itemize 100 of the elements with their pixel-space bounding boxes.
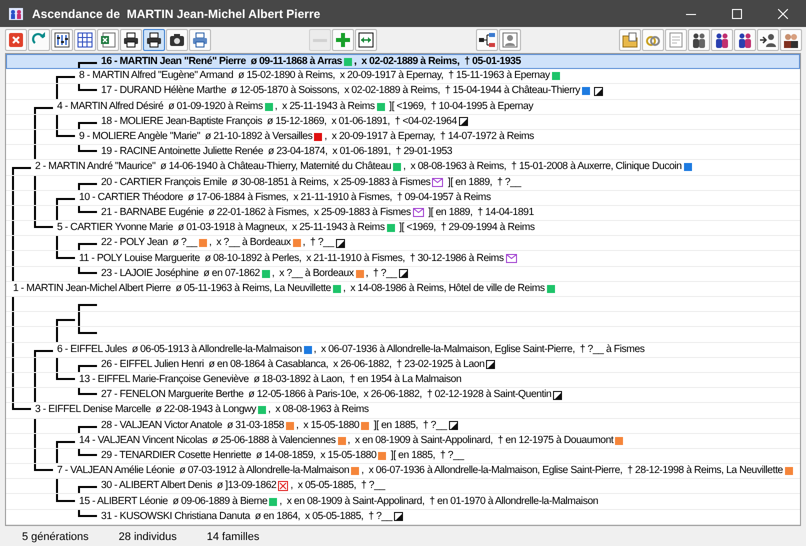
sliders-button[interactable]: [51, 29, 73, 51]
tree-row[interactable]: 20 - CARTIER François Emile ø 30-08-1851 à Reims, x 25-09-1883 à Fismes ][ en 1889, † ?__: [6, 176, 800, 191]
printer-button[interactable]: [120, 29, 142, 51]
maximize-icon: [732, 8, 742, 18]
grid-icon: [76, 31, 94, 49]
envelope-icon: [432, 178, 444, 188]
close-button[interactable]: [5, 29, 27, 51]
tree-row[interactable]: 21 - BARNABE Eugénie ø 22-01-1862 à Fismes, x 25-09-1883 à Fismes ][ en 1889, † 14-04-1891: [6, 206, 800, 222]
spreadsheet-icon: [99, 31, 117, 49]
couple-icon: [782, 31, 800, 49]
tree-row[interactable]: 7 - VALJEAN Amélie Léonie ø 07-03-1912 à Allondrelle-la-Malmaison , x 06-07-1936 à Allondrelle-la-Malmaison, Eglise Saint-Pierre, † 28-12-1998 à Reims, La Neuvillette: [6, 464, 800, 480]
source-icon: [553, 390, 562, 400]
person-entry: 29 - TENARDIER Cosette Henriette ø 14-08-1859, x 15-05-1880: [101, 448, 376, 463]
person-entry: 21 - BARNABE Eugénie ø 22-01-1862 à Fismes, x 25-09-1883 à Fismes: [101, 206, 411, 220]
person-entry: , x 05-05-1885, † ?__: [290, 479, 385, 494]
expand-button[interactable]: [355, 29, 378, 51]
person-entry: 10 - CARTIER Théodore ø 17-06-1884 à Fismes, x 21-11-1910 à Fismes, † 09-04-1957 à Reims: [79, 190, 491, 205]
source-icon: [394, 512, 404, 522]
person-entry: , x 14-08-1986 à Reims, Hôtel de ville de Reims: [342, 282, 545, 296]
person-entry: 15 - ALIBERT Léonie ø 09-06-1889 à Bierne: [79, 494, 268, 509]
folder-button[interactable]: [618, 29, 641, 51]
tree-row[interactable]: 22 - POLY Jean ø ?__ , x ?__ à Bordeaux , † ?__: [6, 236, 800, 252]
person-entry: 26 - EIFFEL Julien Henri ø en 08-1864 à Casablanca, x 26-06-1882, † 23-02-1925 à Laon: [101, 358, 484, 372]
person-entry: 31 - KUSOWSKI Christiana Danuta ø en 1864, x 05-05-1885, † ?__: [101, 510, 392, 524]
person-arrow-button[interactable]: [756, 29, 779, 51]
camera-button[interactable]: [166, 29, 188, 51]
tree-row[interactable]: 19 - RACINE Antoinette Juliette Renée ø 23-04-1874, x 01-06-1891, † 29-01-1953: [6, 145, 800, 160]
tree-row[interactable]: 28 - VALJEAN Victor Anatole ø 31-03-1858 , x 15-05-1880 ][ en 1885, † ?__: [6, 418, 800, 434]
people-button[interactable]: [734, 29, 756, 51]
folder-icon: [620, 31, 639, 49]
source-icon: [336, 238, 345, 248]
person-entry: 17 - DURAND Hélène Marthe ø 12-05-1870 à Soissons, x 02-02-1889 à Reims, † 15-04-1944 à Château-Thierry: [101, 84, 580, 98]
couple-button[interactable]: [780, 29, 802, 51]
tree-icon: [478, 31, 496, 49]
people-button[interactable]: [710, 29, 733, 51]
tree-row[interactable]: 6 - EIFFEL Jules ø 06-05-1913 à Allondrelle-la-Malmaison , x 06-07-1936 à Allondrelle-la-Malmaison, Eglise Saint-Pierre, † ?__ à Fismes: [6, 342, 800, 358]
person-entry: 4 - MARTIN Alfred Désiré ø 01-09-1920 à Reims: [57, 100, 263, 114]
people-button[interactable]: [688, 29, 710, 51]
person-entry: 11 - POLY Louise Marguerite ø 08-10-1892 à Perles, x 21-11-1910 à Fismes, † 30-12-1986 à Reims: [79, 252, 504, 266]
close-icon: [7, 31, 25, 49]
tree-row[interactable]: 1 - MARTIN Jean-Michel Albert Pierre ø 05-11-1963 à Reims, La Neuvillette , x 14-08-1986 à Reims, Hôtel de ville de Reims: [6, 282, 800, 297]
printer-icon: [145, 31, 163, 49]
tree-row[interactable]: 5 - CARTIER Yvonne Marie ø 01-03-1918 à Magneux, x 25-11-1943 à Reims ][ <1969, † 29-09-1994 à Reims: [6, 221, 800, 236]
person-button[interactable]: [498, 29, 521, 51]
person-entry: , x 08-08-1963 à Reims: [268, 403, 369, 418]
document-icon: [666, 31, 685, 49]
grid-button[interactable]: [74, 29, 96, 51]
tree-row[interactable]: 29 - TENARDIER Cosette Henriette ø 14-08-1859, x 15-05-1880 ][ en 1885, † ?__: [6, 448, 800, 464]
person-entry: 1 - MARTIN Jean-Michel Albert Pierre ø 05-11-1963 à Reims, La Neuvillette: [13, 282, 331, 296]
person-entry: 7 - VALJEAN Amélie Léonie ø 07-03-1912 à Allondrelle-la-Malmaison: [57, 464, 350, 478]
tree-row[interactable]: 11 - POLY Louise Marguerite ø 08-10-1892 à Perles, x 21-11-1910 à Fismes, † 30-12-1986 à Reims: [6, 251, 800, 267]
tree-row[interactable]: 9 - MOLIERE Angèle "Marie" ø 21-10-1892 à Versailles , x 20-09-1917 à Epernay, † 14-07-1972 à Reims: [6, 130, 800, 146]
person-entry: , x 25-11-1943 à Reims: [274, 100, 375, 114]
source-icon: [486, 360, 496, 370]
tree-row[interactable]: 18 - MOLIERE Jean-Baptiste François ø 15-12-1869, x 01-06-1891, † <04-02-1964: [6, 114, 800, 130]
sliders-icon: [53, 31, 71, 49]
tree-row[interactable]: 26 - EIFFEL Julien Henri ø en 08-1864 à Casablanca, x 26-06-1882, † 23-02-1925 à Laon: [6, 358, 800, 373]
status-text: 5 générations: [22, 530, 89, 545]
person-entry: ][ <1969, † 10-04-1995 à Epernay: [388, 100, 534, 114]
person-entry: , x ?__ à Bordeaux: [272, 266, 354, 281]
person-arrow-icon: [758, 31, 777, 49]
tree-row[interactable]: 3 - EIFFEL Denise Marcelle ø 22-08-1943 à Longwy , x 08-08-1963 à Reims: [6, 403, 800, 418]
person-entry: 6 - EIFFEL Jules ø 06-05-1913 à Allondrelle-la-Malmaison: [57, 342, 302, 357]
tree-row[interactable]: 16 - MARTIN Jean "René" Pierre ø 09-11-1868 à Arras , x 02-02-1889 à Reims, † 05-01-1935: [6, 54, 800, 70]
tree-row[interactable]: 10 - CARTIER Théodore ø 17-06-1884 à Fismes, x 21-11-1910 à Fismes, † 09-04-1957 à Reims: [6, 190, 800, 206]
tree-row[interactable]: 17 - DURAND Hélène Marthe ø 12-05-1870 à Soissons, x 02-02-1889 à Reims, † 15-04-1944 à Château-Thierry: [6, 84, 800, 100]
crossed-box-icon: [278, 481, 288, 492]
tree-row[interactable]: 2 - MARTIN André "Maurice" ø 14-06-1940 à Château-Thierry, Maternité du Château , x 08-08-1963 à Reims, † 15-01-2008 à Auxerre, Clinique Ducoin: [6, 160, 800, 176]
tree-row[interactable]: 15 - ALIBERT Léonie ø 09-06-1889 à Bierne , x en 08-1909 à Saint-Appolinard, † en 01-1970 à Allondrelle-la-Malmaison: [6, 494, 800, 510]
person-entry: 20 - CARTIER François Emile ø 30-08-1851 à Reims, x 25-09-1883 à Fismes: [101, 176, 430, 190]
spreadsheet-button[interactable]: [97, 29, 119, 51]
person-entry: 23 - LAJOIE Joséphine ø en 07-1862: [101, 266, 260, 281]
tree-row[interactable]: 8 - MARTIN Alfred "Eugène" Armand ø 15-02-1890 à Reims, x 20-09-1917 à Epernay, † 15-11-1963 à Epernay: [6, 69, 800, 84]
expand-icon: [357, 31, 376, 49]
tree-row[interactable]: 13 - EIFFEL Marie-Françoise Geneviève ø 18-03-1892 à Laon, † en 1954 à La Malmaison: [6, 372, 800, 388]
tree-row[interactable]: 4 - MARTIN Alfred Désiré ø 01-09-1920 à Reims , x 25-11-1943 à Reims ][ <1969, † 10-04-1995 à Epernay: [6, 100, 800, 115]
printer-icon: [122, 31, 140, 49]
person-entry: 8 - MARTIN Alfred "Eugène" Armand ø 15-02-1890 à Reims, x 20-09-1917 à Epernay, † 15-11-1963 à Epernay: [79, 69, 550, 84]
refresh-button[interactable]: [28, 29, 50, 51]
status-text: 28 individus: [118, 530, 177, 545]
person-icon: [500, 31, 519, 49]
tree-row[interactable]: 27 - FENELON Marguerite Berthe ø 12-05-1866 à Paris-10e, x 26-06-1882, † 02-12-1928 à Saint-Quentin: [6, 388, 800, 404]
person-entry: 27 - FENELON Marguerite Berthe ø 12-05-1866 à Paris-10e, x 26-06-1882, † 02-12-1928 à Saint-Quentin: [101, 388, 552, 402]
status-text: 14 familles: [206, 530, 260, 545]
tree-row[interactable]: 31 - KUSOWSKI Christiana Danuta ø en 1864, x 05-05-1885, † ?__: [6, 510, 800, 525]
person-entry: 3 - EIFFEL Denise Marcelle ø 22-08-1943 à Longwy: [35, 403, 256, 418]
person-entry: 30 - ALIBERT Albert Denis ø ]13-09-1862: [101, 479, 276, 494]
person-entry: ][ en 1885, † ?__: [390, 448, 464, 463]
person-entry: , x 06-07-1936 à Allondrelle-la-Malmaison, Eglise Saint-Pierre, † 28-12-1998 à Reims, La Neuvillette: [361, 464, 783, 478]
envelope-icon: [506, 254, 517, 264]
tree-row[interactable]: 30 - ALIBERT Albert Denis ø ]13-09-1862 , x 05-05-1885, † ?__: [6, 479, 800, 494]
printer-button[interactable]: [143, 29, 165, 51]
tree-row[interactable]: 23 - LAJOIE Joséphine ø en 07-1862 , x ?__ à Bordeaux , † ?__: [6, 266, 800, 282]
plus-icon: [334, 31, 352, 49]
rings-button[interactable]: [642, 29, 664, 51]
tree-button[interactable]: [476, 29, 498, 51]
tree-row[interactable]: 14 - VALJEAN Vincent Nicolas ø 25-06-1888 à Valenciennes , x en 08-1909 à Saint-Appolinard, † en 12-1975 à Douaumont: [6, 434, 800, 449]
source-icon: [458, 117, 468, 126]
person-entry: ][ en 1889, † 14-04-1891: [427, 206, 534, 220]
app-icon: [8, 6, 24, 22]
